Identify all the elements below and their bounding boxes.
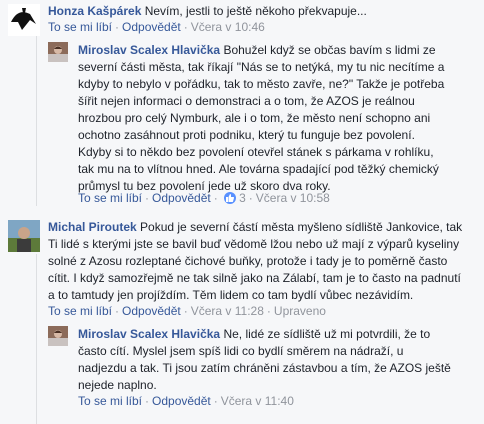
like-link[interactable]: To se mi líbí [78,394,142,408]
comment: Michal Piroutek Pokud je severní částí m… [0,216,484,326]
comment-author[interactable]: Miroslav Scalex Hlavička [78,327,220,341]
comment-body: Miroslav Scalex Hlavička Ne, lidé ze síd… [78,326,478,394]
avatar[interactable] [8,220,40,252]
comment-actions: To se mi líbí · Odpovědět · 3 · Včera v 10:58 [78,191,330,205]
reply-link[interactable]: Odpovědět [122,20,181,34]
reply-link[interactable]: Odpovědět [152,191,211,205]
comment-text-line: solné z Azosu rozleptané čichové buňky, … [48,254,448,268]
like-count[interactable]: 3 [239,191,246,205]
comment-timestamp[interactable]: Včera v 11:40 [221,394,294,408]
comment-text: Nevím, jestli to ještě někoho překvapuje… [144,4,367,18]
reply-comment: Miroslav Scalex Hlavička Bohužel když se… [0,38,484,208]
reply-link[interactable]: Odpovědět [152,394,211,408]
comment-text-line: ochotno zasáhnout proti podniku, který t… [78,128,415,142]
comment-body: Miroslav Scalex Hlavička Bohužel když se… [78,42,478,195]
comment-author[interactable]: Honza Kašpárek [48,4,141,18]
comment-text-line: Ne, lidé ze sídliště už mi potvrdili, že… [223,327,431,341]
reply-link[interactable]: Odpovědět [122,304,181,318]
comment-actions: To se mi líbí · Odpovědět · Včera v 11:28 · Up… [48,304,326,318]
comment-text-line: cítit. I když samozřejmě ne tak silně ja… [48,271,461,285]
comment-timestamp[interactable]: Včera v 11:28 [191,304,264,318]
comment-text-line: nejede naplno. [78,378,157,392]
comment-body: Michal Piroutek Pokud je severní částí m… [48,219,478,304]
comment-text-line: Pokud je severní částí města myšleno síd… [140,220,463,234]
comment-text-line: severní části města, tak říkají "Nás se … [78,60,445,74]
comment-text-line: kdyby to nebylo v pořádku, tak to město … [78,77,445,91]
comment-text-line: nadjezdu a tak. Ti jsou zatím chráněni z… [78,361,451,375]
comment-timestamp[interactable]: Včera v 10:58 [256,191,330,205]
comment-text-line: Ti lidé s kterými jste se bavil buď vědo… [48,237,460,251]
comment-timestamp[interactable]: Včera v 10:46 [191,20,265,34]
comment-text-line: Bohužel když se občas bavím s lidmi ze [223,43,436,57]
like-icon[interactable] [223,192,236,204]
avatar[interactable] [48,326,68,346]
comment-text-line: často cítí. Myslel jsem spíš lidi co byd… [78,344,404,358]
comment: Honza Kašpárek Nevím, jestli to ještě ně… [0,0,484,40]
avatar[interactable] [48,42,68,62]
reply-comment: Miroslav Scalex Hlavička Ne, lidé ze síd… [0,322,484,422]
comment-actions: To se mi líbí · Odpovědět · Včera v 10:46 [48,20,265,34]
avatar[interactable] [8,4,40,36]
comment-text-line: tak mu na to vlítnou hned. Ale továrna s… [78,162,439,176]
like-link[interactable]: To se mi líbí [48,304,112,318]
comment-text-line: šířit nejen informaci o demonstraci a o … [78,94,415,108]
comment-actions: To se mi líbí · Odpovědět · Včera v 11:40 [78,394,294,408]
like-link[interactable]: To se mi líbí [78,191,142,205]
edited-link[interactable]: Upraveno [274,304,326,318]
comment-body: Honza Kašpárek Nevím, jestli to ještě ně… [48,3,478,20]
like-link[interactable]: To se mi líbí [48,20,112,34]
comment-text-line: a to tamtudy jen projíždím. Těm lidem co… [48,288,414,302]
comment-author[interactable]: Michal Piroutek [48,220,137,234]
comment-author[interactable]: Miroslav Scalex Hlavička [78,43,220,57]
comment-text-line: Kdyby si to někdo bez povolení otevřel s… [78,145,434,159]
comment-text-line: hrozbou pro celý Nymburk, ale i o tom, ž… [78,111,431,125]
